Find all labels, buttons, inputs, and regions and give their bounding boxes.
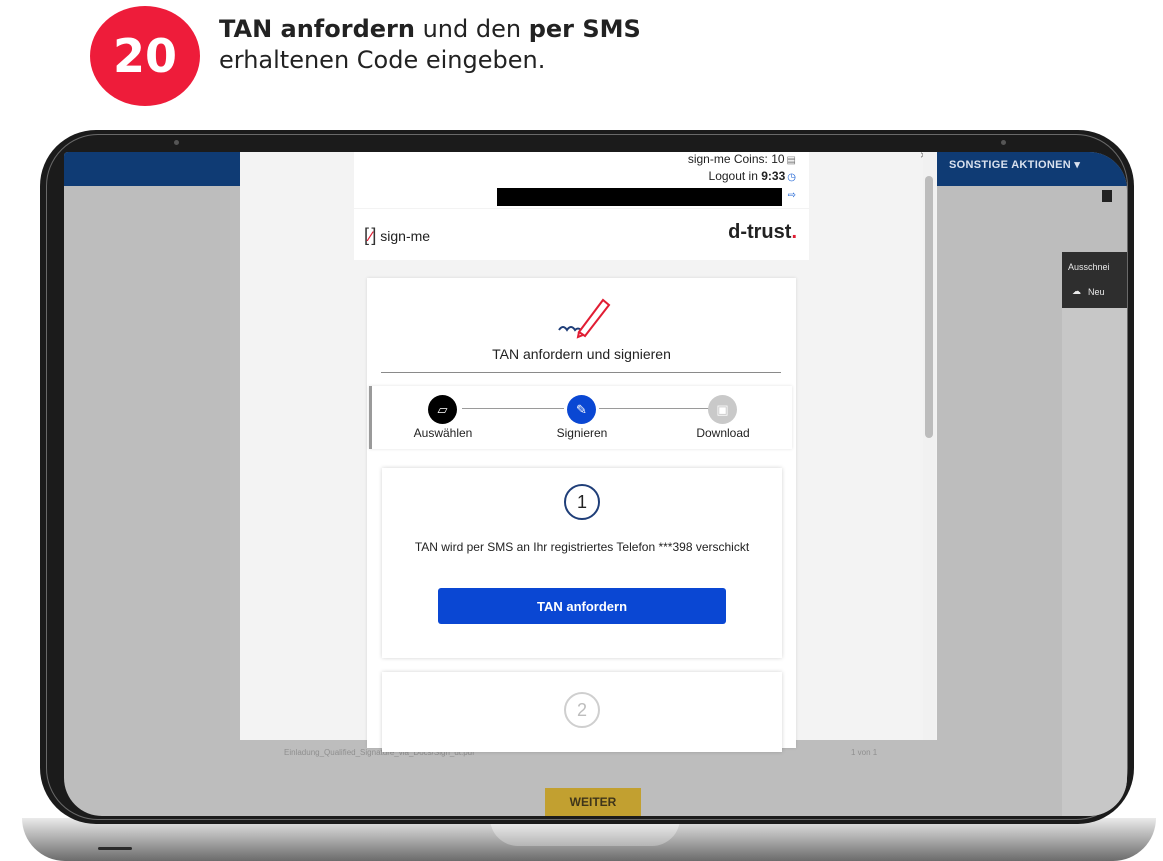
d-trust-wordmark: d-trust [728, 221, 792, 243]
modal-scrollbar-thumb[interactable] [925, 176, 933, 438]
sign-me-logo: [⁄] sign-me [364, 225, 431, 245]
step-label-signieren: Signieren [556, 426, 608, 440]
camera-dot-right [1001, 140, 1006, 145]
step-instruction: TAN anfordern und den per SMS erhaltenen… [219, 14, 641, 76]
tan-request-button[interactable]: TAN anfordern [438, 588, 726, 624]
tan-input-card: 2 [382, 672, 782, 752]
side-panel-new[interactable]: Neu [1088, 287, 1105, 297]
coins-row: sign-me Coins: 10 ▤ [688, 152, 796, 166]
tan-step-number: 1 [564, 484, 600, 520]
title-divider [381, 372, 781, 373]
step-number-badge: 20 [90, 6, 200, 106]
page-indicator: 1 von 1 [851, 748, 878, 757]
side-panel-title: Ausschnei [1068, 262, 1110, 272]
tan-message: TAN wird per SMS an Ihr registriertes Te… [414, 540, 750, 554]
actions-menu[interactable]: SONSTIGE AKTIONEN ▾ [949, 152, 1080, 178]
save-icon: ▣ [708, 395, 737, 424]
laptop-led [98, 847, 132, 850]
account-info: sign-me Coins: 10 ▤ Logout in 9:33 ◷ ⇨ [354, 152, 809, 208]
camera-dot-left [174, 140, 179, 145]
step-label-auswaehlen: Auswählen [413, 426, 473, 440]
instruction-line2: erhaltenen Code eingeben. [219, 46, 546, 74]
logout-time: 9:33 [761, 169, 786, 183]
tan-request-card: 1 TAN wird per SMS an Ihr registriertes … [382, 468, 782, 658]
side-panel-header: Ausschnei ☁ Neu [1062, 252, 1127, 308]
coins-label: sign-me Coins: 10 [687, 152, 785, 166]
coins-icon: ▤ [786, 155, 796, 166]
logout-icon[interactable]: ⇨ [786, 187, 796, 201]
progress-stepper: ▱ ✎ ▣ Auswählen Signieren Download [369, 386, 792, 449]
signature-pen-icon [558, 298, 611, 339]
tan-sign-card: TAN anfordern und signieren ▱ ✎ ▣ Auswäh… [367, 278, 796, 752]
edit-icon: ✎ [567, 395, 596, 424]
signing-modal: × sign-me Coins: 10▤ Logout in 9:33◷ ⇨ [… [240, 152, 937, 752]
d-trust-dot: . [791, 221, 797, 243]
folder-open-icon: ▱ [428, 395, 457, 424]
redacted-username [497, 188, 782, 206]
document-icon[interactable] [1102, 190, 1112, 202]
step-number: 20 [112, 29, 177, 83]
stepper-connector-1 [462, 408, 564, 409]
side-panel [1062, 252, 1127, 816]
cloud-icon: ☁ [1072, 286, 1081, 296]
weiter-button[interactable]: WEITER [545, 788, 641, 816]
modal-title: TAN anfordern und signieren [492, 346, 671, 362]
next-step-number: 2 [564, 692, 600, 728]
instruction-connector: und den [414, 15, 529, 43]
clock-icon: ◷ [787, 172, 796, 183]
brand-bar: [⁄] sign-me d-trust. [354, 209, 809, 260]
stepper-connector-2 [599, 408, 709, 409]
instruction-bold-tan: TAN anfordern [219, 15, 415, 43]
step-label-download: Download [696, 426, 750, 440]
logout-label: Logout in [708, 169, 762, 183]
sign-me-wordmark: sign-me [380, 228, 431, 244]
laptop-screen: SONSTIGE AKTIONEN ▾ Ausschnei ☁ Neu Einl… [64, 152, 1127, 816]
logout-row: Logout in 9:33 ◷ [709, 169, 796, 183]
instruction-bold-sms: per SMS [528, 15, 641, 43]
d-trust-logo: d-trust. [728, 221, 797, 244]
